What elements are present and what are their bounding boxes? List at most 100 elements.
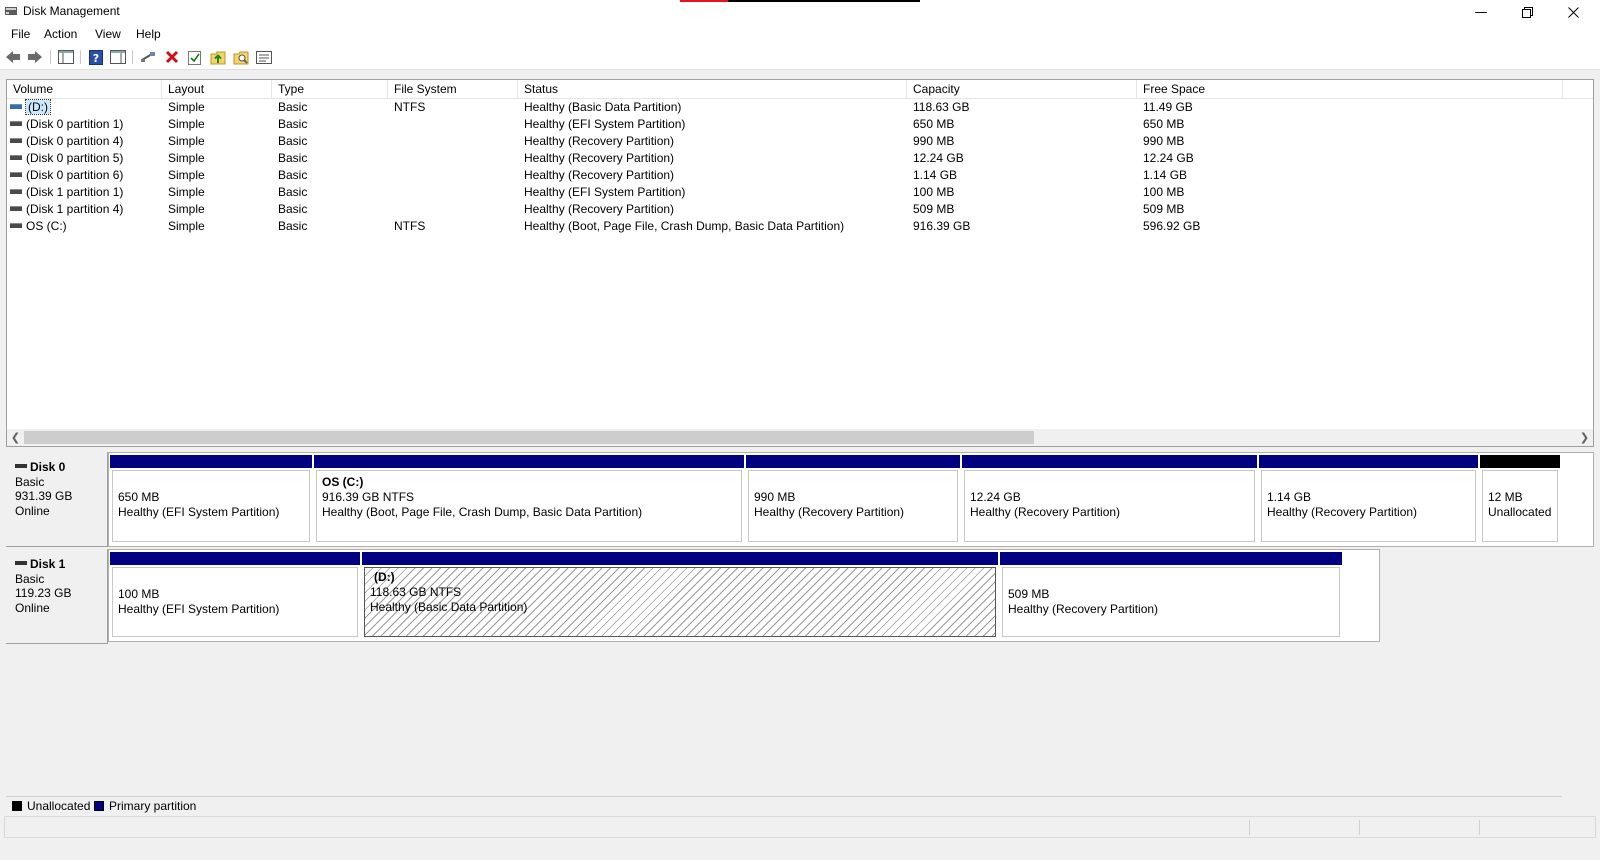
status-cell: Healthy (Recovery Partition) — [524, 168, 675, 182]
table-row[interactable]: (D:) Simple Basic NTFS Healthy (Basic Da… — [7, 99, 1593, 116]
table-row[interactable]: (Disk 1 partition 4) Simple Basic Health… — [7, 201, 1593, 218]
free-space-cell: 12.24 GB — [1143, 151, 1194, 165]
partition-recovery-990[interactable]: 990 MB Healthy (Recovery Partition) — [746, 455, 960, 544]
type-cell: Basic — [278, 185, 308, 199]
table-row[interactable]: (Disk 0 partition 1) Simple Basic Health… — [7, 116, 1593, 133]
capacity-cell: 650 MB — [913, 117, 955, 131]
partition-os-c[interactable]: OS (C:) 916.39 GB NTFS Healthy (Boot, Pa… — [314, 455, 744, 544]
toolbar-separator — [80, 50, 81, 64]
free-space-cell: 990 MB — [1143, 134, 1185, 148]
menu-file[interactable]: File — [11, 27, 30, 41]
scroll-right-icon[interactable]: ❯ — [1576, 429, 1593, 446]
minimize-button[interactable]: — — [1458, 0, 1504, 24]
scroll-left-icon[interactable]: ❮ — [7, 429, 24, 446]
help-button[interactable]: ? — [87, 48, 105, 66]
volume-cell: (Disk 1 partition 1) — [10, 184, 123, 201]
legend-unallocated: Unallocated — [12, 799, 90, 813]
unallocated-swatch — [12, 801, 22, 811]
partition-d-selected[interactable]: (D:) 118.63 GB NTFS Healthy (Basic Data … — [362, 552, 998, 639]
partition-info: 12.24 GB Healthy (Recovery Partition) — [964, 470, 1255, 542]
menu-view[interactable]: View — [95, 27, 121, 41]
status-cell: Healthy (Recovery Partition) — [524, 202, 675, 216]
close-button[interactable] — [1550, 0, 1596, 24]
properties-view-button[interactable] — [109, 48, 127, 66]
volume-icon — [10, 104, 22, 110]
back-icon — [6, 51, 20, 63]
table-row[interactable]: (Disk 0 partition 5) Simple Basic Health… — [7, 150, 1593, 167]
menu-help[interactable]: Help — [136, 27, 161, 41]
status-separator — [1359, 820, 1360, 835]
status-cell: Healthy (Recovery Partition) — [524, 134, 675, 148]
free-space-cell: 596.92 GB — [1143, 219, 1201, 233]
table-row[interactable]: (Disk 0 partition 6) Simple Basic Health… — [7, 167, 1593, 184]
forward-button[interactable] — [26, 48, 44, 66]
partition-unallocated[interactable]: 12 MB Unallocated — [1480, 455, 1560, 544]
free-space-cell: 509 MB — [1143, 202, 1185, 216]
volume-icon — [10, 206, 22, 212]
partition-info: 650 MB Healthy (EFI System Partition) — [112, 470, 310, 542]
primary-partition-bar — [110, 552, 360, 565]
connect-button[interactable] — [139, 48, 157, 66]
check-button[interactable] — [186, 48, 204, 66]
volume-cell: (Disk 1 partition 4) — [10, 201, 123, 218]
column-type[interactable]: Type — [272, 80, 388, 99]
list-button[interactable] — [255, 48, 273, 66]
primary-partition-bar — [746, 455, 960, 468]
volume-icon — [10, 172, 22, 178]
scrollbar-thumb[interactable] — [24, 431, 1034, 444]
partition-info: 1.14 GB Healthy (Recovery Partition) — [1261, 470, 1476, 542]
console-tree-button[interactable] — [57, 48, 75, 66]
disk-type: Basic — [15, 571, 45, 586]
close-icon — [1567, 6, 1579, 18]
column-free-space[interactable]: Free Space — [1137, 80, 1563, 99]
column-capacity[interactable]: Capacity — [907, 80, 1137, 99]
partition-info: 100 MB Healthy (EFI System Partition) — [112, 567, 358, 637]
primary-partition-bar — [314, 455, 744, 468]
volume-icon — [10, 138, 22, 144]
menu-action[interactable]: Action — [44, 27, 77, 41]
horizontal-scrollbar[interactable]: ❮ ❯ — [7, 429, 1593, 446]
column-volume[interactable]: Volume — [7, 80, 162, 99]
partition-recovery-12gb[interactable]: 12.24 GB Healthy (Recovery Partition) — [962, 455, 1257, 544]
disk-1-label[interactable]: Disk 1 Basic 119.23 GB Online — [6, 549, 108, 644]
type-cell: Basic — [278, 151, 308, 165]
column-status[interactable]: Status — [518, 80, 907, 99]
back-button[interactable] — [4, 48, 22, 66]
disk-0-label[interactable]: Disk 0 Basic 931.39 GB Online — [6, 452, 108, 547]
toolbar-separator — [132, 50, 133, 64]
partition-efi-disk1[interactable]: 100 MB Healthy (EFI System Partition) — [110, 552, 360, 639]
partition-recovery-1gb[interactable]: 1.14 GB Healthy (Recovery Partition) — [1259, 455, 1478, 544]
disk-name: Disk 0 — [30, 460, 66, 474]
volume-cell: (D:) — [10, 99, 51, 116]
partition-efi-disk0[interactable]: 650 MB Healthy (EFI System Partition) — [110, 455, 312, 544]
disk-state: Online — [15, 600, 50, 615]
list-header: Volume Layout Type File System Status Ca… — [7, 80, 1593, 99]
toolbar-separator — [50, 50, 51, 64]
table-row[interactable]: OS (C:) Simple Basic NTFS Healthy (Boot,… — [7, 218, 1593, 235]
status-separator — [1249, 820, 1250, 835]
status-cell: Healthy (Basic Data Partition) — [524, 100, 682, 114]
table-row[interactable]: (Disk 1 partition 1) Simple Basic Health… — [7, 184, 1593, 201]
minimize-icon: — — [1474, 4, 1488, 20]
table-row[interactable]: (Disk 0 partition 4) Simple Basic Health… — [7, 133, 1593, 150]
volume-cell: (Disk 0 partition 5) — [10, 150, 123, 167]
status-bar — [4, 816, 1596, 838]
properties-view-icon — [110, 50, 126, 64]
window-title: Disk Management — [23, 4, 120, 18]
toolbar: ? — [0, 44, 1600, 70]
help-icon: ? — [89, 49, 103, 65]
partition-info: 509 MB Healthy (Recovery Partition) — [1002, 567, 1340, 637]
delete-button[interactable] — [163, 48, 181, 66]
folder-search-button[interactable] — [232, 48, 250, 66]
disk-icon — [15, 463, 27, 468]
restore-button[interactable] — [1504, 0, 1550, 24]
capacity-cell: 118.63 GB — [913, 100, 970, 114]
column-layout[interactable]: Layout — [162, 80, 272, 99]
folder-up-button[interactable] — [209, 48, 227, 66]
primary-partition-bar — [362, 552, 998, 565]
layout-cell: Simple — [168, 168, 205, 182]
partition-recovery-509[interactable]: 509 MB Healthy (Recovery Partition) — [1000, 552, 1342, 639]
column-file-system[interactable]: File System — [388, 80, 518, 99]
connect-icon — [141, 52, 155, 62]
disk-icon — [15, 560, 27, 565]
